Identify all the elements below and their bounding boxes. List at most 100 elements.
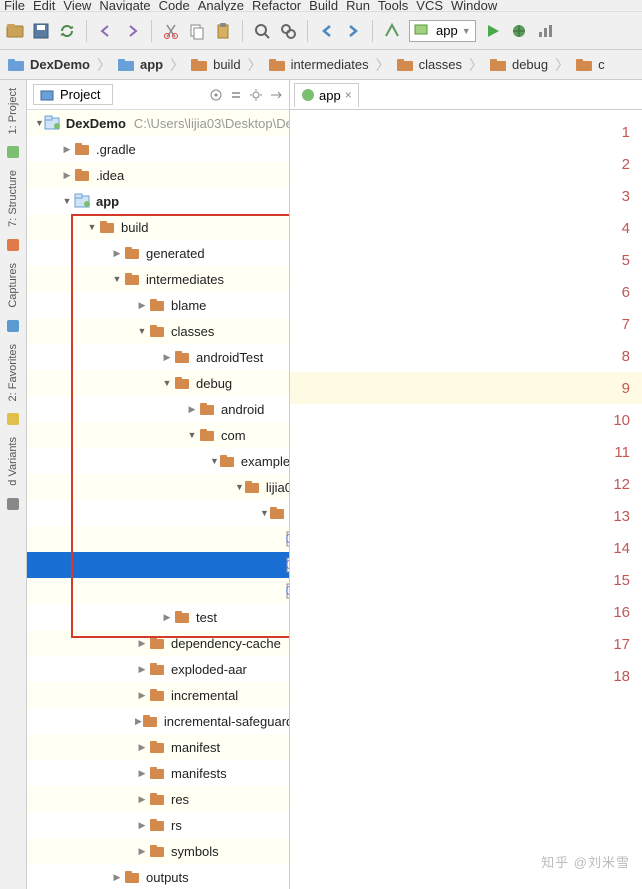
menu-file[interactable]: File xyxy=(4,0,25,12)
expand-toggle[interactable] xyxy=(60,196,74,206)
line-number[interactable]: 8 xyxy=(290,340,642,372)
menu-build[interactable]: Build xyxy=(309,0,338,12)
line-number[interactable]: 18 xyxy=(290,660,642,692)
tree-manifest[interactable]: manifest xyxy=(27,734,289,760)
expand-toggle[interactable] xyxy=(135,768,149,779)
tree-incremental[interactable]: incremental xyxy=(27,682,289,708)
line-number[interactable]: 3 xyxy=(290,180,642,212)
editor-tab[interactable]: app × xyxy=(294,83,359,107)
line-number[interactable]: 11 xyxy=(290,436,642,468)
menu-code[interactable]: Code xyxy=(159,0,190,12)
expand-toggle[interactable] xyxy=(160,378,174,388)
expand-toggle[interactable] xyxy=(35,118,44,128)
menu-edit[interactable]: Edit xyxy=(33,0,55,12)
undo-icon[interactable] xyxy=(97,22,115,40)
tree-mainactivity-class[interactable]: 01MainActivity.class xyxy=(27,552,289,578)
menu-view[interactable]: View xyxy=(63,0,91,12)
project-tree[interactable]: DexDemoC:\Users\lijia03\Desktop\DexDemo.… xyxy=(27,110,289,889)
line-number[interactable]: 13 xyxy=(290,500,642,532)
debug-icon[interactable] xyxy=(510,22,528,40)
expand-toggle[interactable] xyxy=(135,664,149,675)
line-number[interactable]: 14 xyxy=(290,532,642,564)
menu-run[interactable]: Run xyxy=(346,0,370,12)
menu-window[interactable]: Window xyxy=(451,0,497,12)
line-number[interactable]: 1 xyxy=(290,116,642,148)
collapse-icon[interactable] xyxy=(229,88,243,102)
tree-incremental-safeguard[interactable]: incremental-safeguard xyxy=(27,708,289,734)
tree-com[interactable]: com xyxy=(27,422,289,448)
tree-example[interactable]: example xyxy=(27,448,289,474)
expand-toggle[interactable] xyxy=(135,300,149,311)
line-number[interactable]: 12 xyxy=(290,468,642,500)
line-number[interactable]: 7 xyxy=(290,308,642,340)
make-icon[interactable] xyxy=(383,22,401,40)
expand-toggle[interactable] xyxy=(135,742,149,753)
expand-toggle[interactable] xyxy=(60,144,74,155)
expand-toggle[interactable] xyxy=(235,482,244,492)
tree-symbols[interactable]: symbols xyxy=(27,838,289,864)
run-icon[interactable] xyxy=(484,22,502,40)
expand-toggle[interactable] xyxy=(60,170,74,181)
tree--idea[interactable]: .idea xyxy=(27,162,289,188)
menu-navigate[interactable]: Navigate xyxy=(99,0,150,12)
tree-outputs[interactable]: outputs xyxy=(27,864,289,889)
tree-app[interactable]: app xyxy=(27,188,289,214)
crumb-intermediates[interactable]: intermediates xyxy=(261,50,377,79)
tree-dexdemo[interactable]: DexDemoC:\Users\lijia03\Desktop\DexDemo xyxy=(27,110,289,136)
tree-test[interactable]: test xyxy=(27,604,289,630)
line-number[interactable]: 16 xyxy=(290,596,642,628)
expand-toggle[interactable] xyxy=(135,690,149,701)
project-view-dropdown[interactable]: Project xyxy=(33,84,113,105)
crumb-classes[interactable]: classes xyxy=(389,50,470,79)
tree-manifests[interactable]: manifests xyxy=(27,760,289,786)
tree-rs[interactable]: rs xyxy=(27,812,289,838)
tool-window-project[interactable]: 1: Project xyxy=(7,84,19,138)
menu-vcs[interactable]: VCS xyxy=(416,0,443,12)
open-icon[interactable] xyxy=(6,22,24,40)
redo-icon[interactable] xyxy=(123,22,141,40)
expand-toggle[interactable] xyxy=(185,404,199,415)
tree-classes[interactable]: classes xyxy=(27,318,289,344)
menu-refactor[interactable]: Refactor xyxy=(252,0,301,12)
tree--gradle[interactable]: .gradle xyxy=(27,136,289,162)
expand-toggle[interactable] xyxy=(160,352,174,363)
expand-toggle[interactable] xyxy=(135,794,149,805)
crumb-build[interactable]: build xyxy=(183,50,248,79)
tool-window-favorites[interactable]: 2: Favorites xyxy=(7,340,19,405)
tree-androidtest[interactable]: androidTest xyxy=(27,344,289,370)
gear-icon[interactable] xyxy=(249,88,263,102)
expand-toggle[interactable] xyxy=(85,222,99,232)
sync-icon[interactable] xyxy=(58,22,76,40)
tree-buildconfig-class[interactable]: 01BuildConfig.class xyxy=(27,526,289,552)
paste-icon[interactable] xyxy=(214,22,232,40)
find-icon[interactable] xyxy=(253,22,271,40)
crumb-debug[interactable]: debug xyxy=(482,50,556,79)
profile-icon[interactable] xyxy=(536,22,554,40)
line-number[interactable]: 10 xyxy=(290,404,642,436)
expand-toggle[interactable] xyxy=(260,508,269,518)
save-icon[interactable] xyxy=(32,22,50,40)
tree-android[interactable]: android xyxy=(27,396,289,422)
line-number[interactable]: 9 xyxy=(290,372,642,404)
line-number[interactable]: 5 xyxy=(290,244,642,276)
line-number[interactable]: 2 xyxy=(290,148,642,180)
expand-toggle[interactable] xyxy=(160,612,174,623)
tool-window-dvariants[interactable]: d Variants xyxy=(7,433,19,490)
menu-tools[interactable]: Tools xyxy=(378,0,408,12)
expand-toggle[interactable] xyxy=(135,846,149,857)
tree-dependency-cache[interactable]: dependency-cache xyxy=(27,630,289,656)
tree-debug[interactable]: debug xyxy=(27,370,289,396)
expand-toggle[interactable] xyxy=(135,326,149,336)
expand-toggle[interactable] xyxy=(135,716,142,727)
hide-icon[interactable] xyxy=(269,88,283,102)
expand-toggle[interactable] xyxy=(110,248,124,259)
copy-icon[interactable] xyxy=(188,22,206,40)
expand-toggle[interactable] xyxy=(185,430,199,440)
cut-icon[interactable] xyxy=(162,22,180,40)
target-icon[interactable] xyxy=(209,88,223,102)
line-number[interactable]: 15 xyxy=(290,564,642,596)
tree-generated[interactable]: generated xyxy=(27,240,289,266)
expand-toggle[interactable] xyxy=(210,456,219,466)
crumb-app[interactable]: app xyxy=(110,50,171,79)
line-number[interactable]: 6 xyxy=(290,276,642,308)
